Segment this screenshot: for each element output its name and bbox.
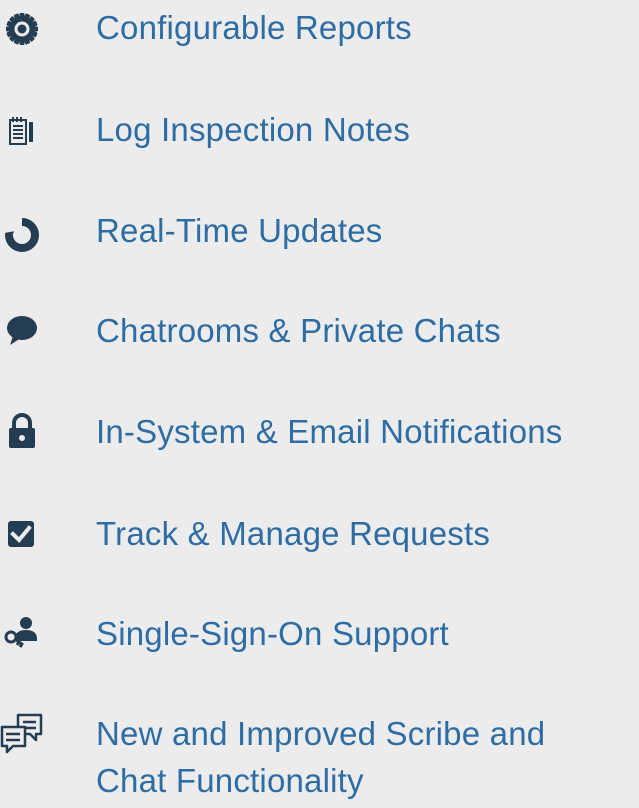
feature-label: Configurable Reports xyxy=(96,9,412,46)
feature-label: Log Inspection Notes xyxy=(96,111,411,148)
feature-label: Chatrooms & Private Chats xyxy=(96,312,501,349)
feature-label: Real-Time Updates xyxy=(96,212,383,249)
chat-bubbles-icon xyxy=(0,712,44,756)
checkbox-icon xyxy=(4,517,40,553)
gear-icon xyxy=(4,11,40,47)
feature-label: New and Improved Scribe and Chat Functio… xyxy=(96,710,636,804)
lock-icon xyxy=(4,413,40,449)
refresh-icon xyxy=(4,217,40,253)
feature-list: Configurable Reports Log Inspection Note… xyxy=(0,0,639,808)
feature-label-line-2: Chat Functionality xyxy=(96,762,364,799)
chat-bubble-icon xyxy=(4,312,40,348)
feature-label-line-1: New and Improved Scribe and xyxy=(96,715,546,752)
feature-label: Track & Manage Requests xyxy=(96,515,491,552)
feature-label: Single-Sign-On Support xyxy=(96,615,449,652)
feature-label: In-System & Email Notifications xyxy=(96,413,563,450)
notepad-icon xyxy=(4,113,40,149)
user-key-icon xyxy=(4,614,40,650)
